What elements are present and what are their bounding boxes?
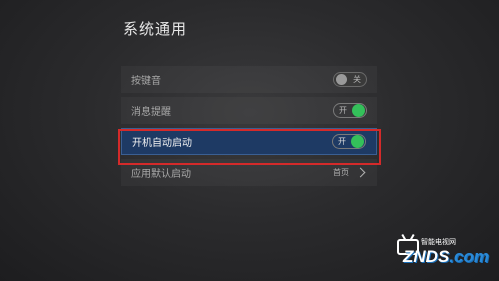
toggle-knob (351, 135, 364, 148)
auto-start-toggle[interactable]: 开 (332, 134, 366, 149)
setting-row-default-app[interactable]: 应用默认启动 首页 (121, 159, 377, 186)
page-title: 系统通用 (123, 20, 188, 38)
message-reminder-toggle[interactable]: 开 (333, 103, 367, 118)
toggle-knob (336, 74, 347, 85)
toggle-state-text: 开 (339, 106, 347, 115)
setting-label: 按键音 (131, 76, 161, 87)
toggle-state-text: 关 (353, 75, 361, 84)
setting-row-message-reminder[interactable]: 消息提醒 开 (121, 97, 377, 124)
chevron-right-icon (355, 167, 366, 178)
watermark-en-text: ZNDS.com (403, 247, 489, 267)
watermark-suffix: .com (449, 247, 489, 266)
setting-row-auto-start[interactable]: 开机自动启动 开 (121, 128, 377, 155)
watermark-logo: 智能电视网 ZNDS.com (393, 231, 493, 271)
toggle-knob (352, 104, 365, 117)
setting-label: 应用默认启动 (131, 169, 191, 180)
toggle-state-text: 开 (338, 137, 346, 146)
watermark-brand: ZNDS (403, 247, 450, 266)
watermark-cn-text: 智能电视网 (421, 238, 456, 246)
settings-list: 按键音 关 消息提醒 开 开机自动启动 开 应用默认启动 首页 (121, 66, 377, 190)
setting-label: 开机自动启动 (132, 138, 192, 149)
setting-row-key-sound[interactable]: 按键音 关 (121, 66, 377, 93)
key-sound-toggle[interactable]: 关 (333, 72, 367, 87)
setting-value: 首页 (333, 168, 349, 177)
setting-label: 消息提醒 (131, 107, 171, 118)
